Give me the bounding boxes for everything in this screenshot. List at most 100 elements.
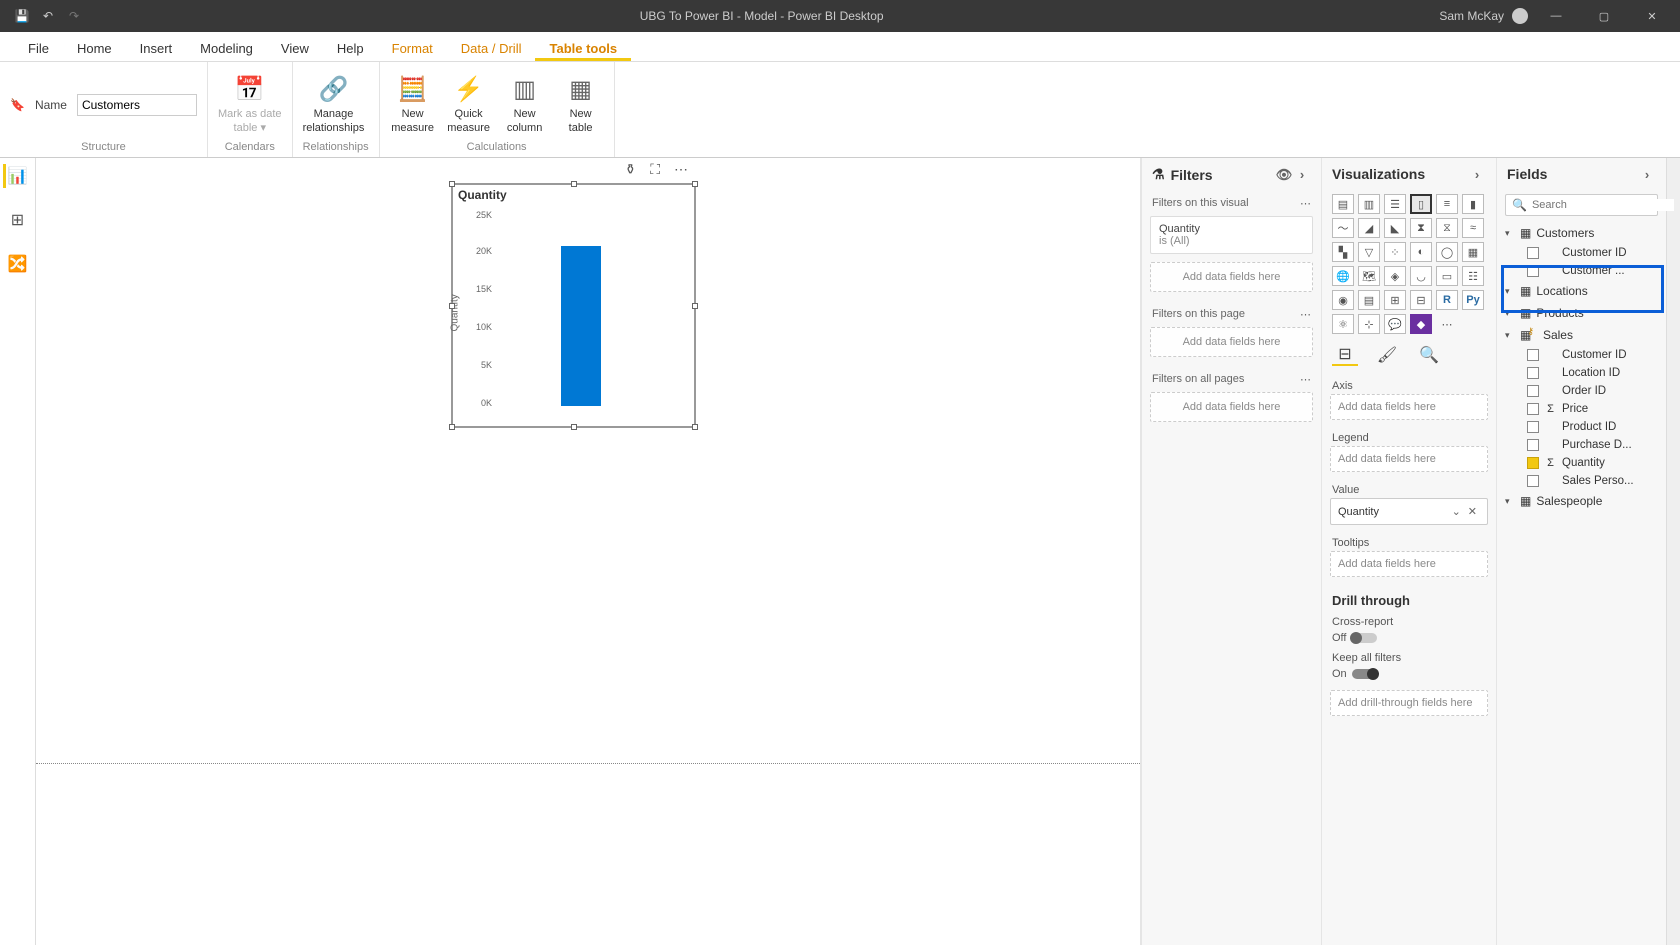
field-customer-name[interactable]: Customer ...: [1497, 262, 1666, 280]
viz-arcgis[interactable]: ◆: [1410, 314, 1432, 334]
more-icon[interactable]: ⋯: [674, 161, 688, 178]
report-canvas[interactable]: ⚱ ⛶ ⋯ Quantity Quantity 0K 5K 10K 15K 20…: [36, 158, 1141, 945]
visibility-icon[interactable]: 👁: [1275, 167, 1293, 183]
manage-relationships-button[interactable]: 🔗 Manage relationships: [303, 74, 365, 134]
remove-icon[interactable]: ✕: [1465, 505, 1480, 518]
viz-clustered-bar[interactable]: ☰: [1384, 194, 1406, 214]
checkbox[interactable]: [1527, 421, 1539, 433]
resize-handle[interactable]: [449, 424, 455, 430]
vertical-scrollbar[interactable]: [1666, 158, 1680, 945]
checkbox[interactable]: [1527, 265, 1539, 277]
collapse-icon[interactable]: ›: [1293, 167, 1311, 182]
chevron-down-icon[interactable]: ⌄: [1448, 505, 1465, 518]
maximize-icon[interactable]: ▢: [1584, 10, 1624, 23]
fields-mode-button[interactable]: ⊟: [1332, 344, 1358, 366]
table-products[interactable]: ▾ ▦ Products: [1497, 302, 1666, 324]
viz-funnel[interactable]: ▽: [1358, 242, 1380, 262]
viz-100-column[interactable]: ▮: [1462, 194, 1484, 214]
checkbox[interactable]: [1527, 367, 1539, 379]
minimize-icon[interactable]: —: [1536, 10, 1576, 22]
table-locations[interactable]: ▾ ▦ Locations: [1497, 280, 1666, 302]
value-well[interactable]: Quantity ⌄ ✕: [1330, 498, 1488, 525]
more-icon[interactable]: ⋯: [1300, 197, 1311, 210]
more-icon[interactable]: ⋯: [1300, 373, 1311, 386]
field-customer-id[interactable]: Customer ID: [1497, 244, 1666, 262]
tab-help[interactable]: Help: [323, 35, 378, 61]
avatar[interactable]: [1512, 8, 1528, 24]
resize-handle[interactable]: [571, 181, 577, 187]
viz-ribbon[interactable]: ≈: [1462, 218, 1484, 238]
field-sales-salesperson[interactable]: Sales Perso...: [1497, 472, 1666, 490]
checkbox[interactable]: [1527, 349, 1539, 361]
checkbox-checked[interactable]: [1527, 457, 1539, 469]
filter-card-quantity[interactable]: Quantity is (All): [1150, 216, 1313, 254]
data-view-button[interactable]: ⊞: [6, 208, 30, 232]
viz-stacked-column[interactable]: ▥: [1358, 194, 1380, 214]
viz-kpi[interactable]: ◉: [1332, 290, 1354, 310]
field-sales-quantity[interactable]: ΣQuantity: [1497, 454, 1666, 472]
tab-file[interactable]: File: [14, 35, 63, 61]
filter-dropzone[interactable]: Add data fields here: [1150, 262, 1313, 292]
undo-icon[interactable]: ↶: [38, 9, 58, 23]
column-chart-visual[interactable]: ⚱ ⛶ ⋯ Quantity Quantity 0K 5K 10K 15K 20…: [451, 183, 696, 428]
field-sales-customerid[interactable]: Customer ID: [1497, 346, 1666, 364]
viz-slicer[interactable]: ▤: [1358, 290, 1380, 310]
viz-card[interactable]: ▭: [1436, 266, 1458, 286]
axis-well[interactable]: Add data fields here: [1330, 394, 1488, 420]
tab-format[interactable]: Format: [378, 35, 447, 61]
viz-decomposition[interactable]: ⊹: [1358, 314, 1380, 334]
viz-donut[interactable]: ◯: [1436, 242, 1458, 262]
viz-waterfall[interactable]: ▚: [1332, 242, 1354, 262]
resize-handle[interactable]: [571, 424, 577, 430]
checkbox[interactable]: [1527, 247, 1539, 259]
checkbox[interactable]: [1527, 385, 1539, 397]
focus-mode-icon[interactable]: ⛶: [650, 161, 660, 178]
resize-handle[interactable]: [449, 181, 455, 187]
viz-stacked-bar[interactable]: ▤: [1332, 194, 1354, 214]
viz-scatter[interactable]: ⁘: [1384, 242, 1406, 262]
new-column-button[interactable]: ▥ New column: [502, 74, 548, 134]
viz-line[interactable]: 〜: [1332, 218, 1354, 238]
new-table-button[interactable]: ▦ New table: [558, 74, 604, 134]
resize-handle[interactable]: [692, 424, 698, 430]
viz-line-column[interactable]: ⧗: [1410, 218, 1432, 238]
user-name[interactable]: Sam McKay: [1439, 9, 1504, 23]
resize-handle[interactable]: [692, 181, 698, 187]
drill-through-well[interactable]: Add drill-through fields here: [1330, 690, 1488, 716]
keep-all-filters-toggle[interactable]: On: [1332, 668, 1378, 680]
report-view-button[interactable]: 📊: [3, 164, 27, 188]
viz-qa[interactable]: 💬: [1384, 314, 1406, 334]
viz-line-clustered[interactable]: ⧖: [1436, 218, 1458, 238]
field-sales-orderid[interactable]: Order ID: [1497, 382, 1666, 400]
legend-well[interactable]: Add data fields here: [1330, 446, 1488, 472]
viz-key-influencers[interactable]: ⚛: [1332, 314, 1354, 334]
model-view-button[interactable]: 🔀: [6, 252, 30, 276]
checkbox[interactable]: [1527, 439, 1539, 451]
viz-stacked-area[interactable]: ◣: [1384, 218, 1406, 238]
chart-bar[interactable]: [561, 246, 601, 406]
viz-100-bar[interactable]: ≡: [1436, 194, 1458, 214]
viz-map[interactable]: 🌐: [1332, 266, 1354, 286]
checkbox[interactable]: [1527, 403, 1539, 415]
field-sales-locationid[interactable]: Location ID: [1497, 364, 1666, 382]
collapse-icon[interactable]: ›: [1638, 167, 1656, 182]
redo-icon[interactable]: ↷: [64, 9, 84, 23]
cross-report-toggle[interactable]: Off: [1332, 632, 1377, 644]
viz-shape-map[interactable]: ◈: [1384, 266, 1406, 286]
field-sales-productid[interactable]: Product ID: [1497, 418, 1666, 436]
viz-get-more[interactable]: ⋯: [1436, 314, 1458, 334]
viz-filled-map[interactable]: 🗺: [1358, 266, 1380, 286]
tab-datadrill[interactable]: Data / Drill: [447, 35, 536, 61]
tab-modeling[interactable]: Modeling: [186, 35, 267, 61]
fields-search[interactable]: 🔍: [1505, 194, 1658, 216]
field-sales-purchasedate[interactable]: Purchase D...: [1497, 436, 1666, 454]
resize-handle[interactable]: [692, 303, 698, 309]
viz-treemap[interactable]: ▦: [1462, 242, 1484, 262]
table-sales[interactable]: ▾ ▦ Sales: [1497, 324, 1666, 346]
resize-handle[interactable]: [449, 303, 455, 309]
tab-tabletools[interactable]: Table tools: [535, 35, 631, 61]
mark-as-date-button[interactable]: 📅 Mark as date table ▾: [218, 74, 282, 134]
collapse-icon[interactable]: ›: [1468, 167, 1486, 182]
viz-multi-card[interactable]: ☷: [1462, 266, 1484, 286]
viz-python[interactable]: Py: [1462, 290, 1484, 310]
